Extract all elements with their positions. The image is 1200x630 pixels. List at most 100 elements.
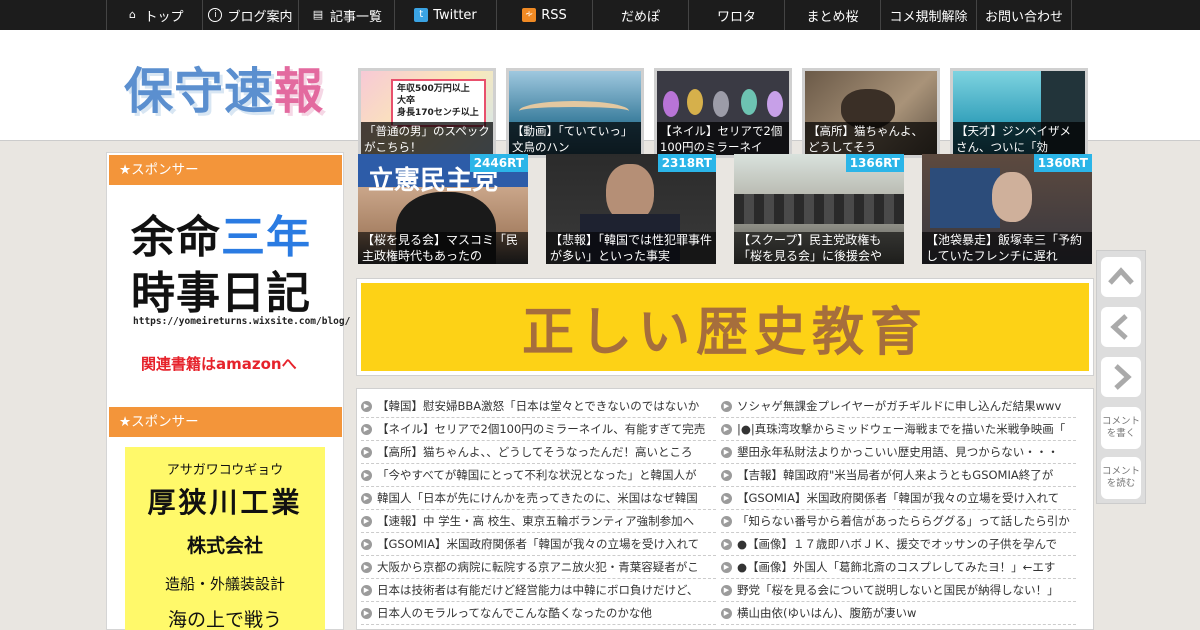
list-item[interactable]: ▶ ●【画像】外国人「葛飾北斎のコスプレしてみたヨ！」←エす [721, 556, 1076, 579]
featured-caption: 【スクープ】民主党政権も「桜を見る会」に後援会や [734, 232, 904, 264]
list-item[interactable]: ▶ ソシャゲ無課金プレイヤーがガチギルドに申し込んだ結果wwv [721, 395, 1076, 418]
thumb-caption: 「普通の男」のスペックがこちら！ [361, 122, 493, 155]
arrow-bullet-icon: ▶ [721, 584, 732, 596]
sponsor-ad-yomei[interactable]: 余命三年 時事日記 https://yomeireturns.wixsite.c… [109, 195, 350, 385]
arrow-bullet-icon: ▶ [361, 561, 372, 573]
header-thumb-5[interactable]: 【天才】ジンベイザメさん、ついに「効 [950, 68, 1088, 158]
header-thumb-3[interactable]: 【ネイル】セリアで2個100円のミラーネイ [654, 68, 792, 158]
thumb-caption: 【動画】「ていていっ」文鳥のハン [509, 122, 641, 155]
list-item[interactable]: ▶ 韓国人「日本が先にけんかを売ってきたのに、米国はなぜ韓国 [361, 487, 716, 510]
featured-article[interactable]: 2318RT 【悲報】「韓国では性犯罪事件が多い」といった事実 [546, 154, 716, 264]
list-item[interactable]: ▶ 「知らない番号から着信があったららググる」って話したら引か [721, 510, 1076, 533]
info-icon: i [208, 8, 223, 22]
article-list: ▶ 【韓国】慰安婦BBA激怒「日本は堂々とできないのではないか ▶ 【ネイル】セリア… [356, 388, 1094, 630]
write-comment-button[interactable]: コメント を書く [1101, 407, 1141, 449]
nav-item-warota[interactable]: ワロタ [688, 0, 784, 30]
sponsor-header: ★スポンサー [109, 155, 342, 185]
featured-article[interactable]: 立憲民主党 2446RT 【桜を見る会】マスコミ「民主政権時代もあったの [358, 154, 528, 264]
sponsor-header: ★スポンサー [109, 407, 342, 437]
list-item[interactable]: ▶ 野党「桜を見る会について説明しないと国民が納得しない！」 [721, 579, 1076, 602]
rt-badge: 2446RT [469, 154, 528, 172]
nav-item-matome-sakura[interactable]: まとめ桜 [784, 0, 880, 30]
prev-article-button[interactable] [1101, 307, 1141, 347]
site-header: 保守速報 年収500万円以上 大卒 身長170センチ以上 「普通の男」のスペック… [0, 30, 1200, 158]
list-item[interactable]: ▶ 【ネイル】セリアで2個100円のミラーネイル、有能すぎて完売 [361, 418, 716, 441]
list-item[interactable]: ▶ 日本人のモラルってなんでこんな酷くなったのかな他 [361, 602, 716, 625]
scroll-top-button[interactable] [1101, 257, 1141, 297]
list-item[interactable]: ▶ 横山由依(ゆいはん)、腹筋が凄いw [721, 602, 1076, 625]
list-item[interactable]: ▶ 【吉報】韓国政府"米当局者が何人来ようともGSOMIA終了が [721, 464, 1076, 487]
nav-item-blog-info[interactable]: i ブログ案内 [202, 0, 298, 30]
ad-url: https://yomeireturns.wixsite.com/blog/ [133, 316, 351, 327]
nav-item-twitter[interactable]: t Twitter [394, 0, 496, 30]
list-item[interactable]: ▶ 墾田永年私財法よりかっこいい歴史用語、見つからない・・・ [721, 441, 1076, 464]
thumb-caption: 【ネイル】セリアで2個100円のミラーネイ [657, 122, 789, 155]
arrow-bullet-icon: ▶ [361, 469, 372, 481]
article-list-left: ▶ 【韓国】慰安婦BBA激怒「日本は堂々とできないのではないか ▶ 【ネイル】セリア… [361, 395, 716, 625]
arrow-bullet-icon: ▶ [361, 584, 372, 596]
arrow-bullet-icon: ▶ [361, 423, 372, 435]
featured-caption: 【桜を見る会】マスコミ「民主政権時代もあったの [358, 232, 528, 264]
history-education-banner[interactable]: 正しい歴史教育 [356, 278, 1094, 376]
nav-item-contact[interactable]: お問い合わせ [976, 0, 1072, 30]
chevron-right-icon [1114, 364, 1132, 390]
floating-nav-panel: コメント を書く コメント を読む [1096, 250, 1146, 504]
arrow-bullet-icon: ▶ [721, 515, 732, 527]
sponsor-ad-asagawa[interactable]: アサガワコウギョウ 厚狭川工業 株式会社 造船・外艤装設計 海の上で戦う [125, 447, 325, 630]
featured-article[interactable]: 1366RT 【スクープ】民主党政権も「桜を見る会」に後援会や [734, 154, 904, 264]
list-item[interactable]: ▶ 【GSOMIA】米国政府関係者「韓国が我々の立場を受け入れて [361, 533, 716, 556]
home-icon: ⌂ [128, 8, 136, 21]
thumb-caption: 【天才】ジンベイザメさん、ついに「効 [953, 122, 1085, 155]
rt-badge: 2318RT [657, 154, 716, 172]
arrow-bullet-icon: ▶ [361, 607, 372, 619]
arrow-bullet-icon: ▶ [361, 515, 372, 527]
list-icon: ▤ [312, 8, 324, 21]
featured-caption: 【悲報】「韓国では性犯罪事件が多い」といった事実 [546, 232, 716, 264]
top-nav: ⌂ トップ i ブログ案内 ▤ 記事一覧 t Twitter ∻ RSS だめぽ ワロタ … [0, 0, 1200, 30]
list-item[interactable]: ▶ 「今やすべてが韓国にとって不利な状況となった」と韓国人が [361, 464, 716, 487]
twitter-icon: t [414, 8, 429, 22]
thumb-spec-card: 年収500万円以上 大卒 身長170センチ以上 [391, 79, 486, 127]
next-article-button[interactable] [1101, 357, 1141, 397]
arrow-bullet-icon: ▶ [721, 446, 732, 458]
arrow-bullet-icon: ▶ [361, 492, 372, 504]
site-logo[interactable]: 保守速報 [124, 52, 324, 123]
arrow-bullet-icon: ▶ [721, 400, 732, 412]
header-thumb-2[interactable]: 【動画】「ていていっ」文鳥のハン [506, 68, 644, 158]
list-item[interactable]: ▶ 大阪から京都の病院に転院する京アニ放火犯・青葉容疑者がこ [361, 556, 716, 579]
article-list-right: ▶ ソシャゲ無課金プレイヤーがガチギルドに申し込んだ結果wwv ▶ |●|真珠湾攻撃… [721, 395, 1076, 625]
list-item[interactable]: ▶ |●|真珠湾攻撃からミッドウェー海戦までを描いた米戦争映画「 [721, 418, 1076, 441]
sidebar: ★スポンサー 余命三年 時事日記 https://yomeireturns.wi… [106, 152, 350, 630]
featured-article[interactable]: 1360RT 【池袋暴走】飯塚幸三「予約していたフレンチに遅れ [922, 154, 1092, 264]
nav-item-article-list[interactable]: ▤ 記事一覧 [298, 0, 394, 30]
read-comment-button[interactable]: コメント を読む [1101, 457, 1141, 499]
nav-item-comment-unban[interactable]: コメ規制解除 [880, 0, 976, 30]
chevron-left-icon [1110, 314, 1128, 340]
header-thumb-4[interactable]: 【高所】猫ちゃんよ、 どうしてそう [802, 68, 940, 158]
list-item[interactable]: ▶ 【高所】猫ちゃんよ、、どうしてそうなったんだ！高いところ [361, 441, 716, 464]
header-thumb-1[interactable]: 年収500万円以上 大卒 身長170センチ以上 「普通の男」のスペックがこちら！ [358, 68, 496, 158]
list-item[interactable]: ▶ 日本は技術者は有能だけど経営能力は中韓にボロ負けだけど、 [361, 579, 716, 602]
arrow-bullet-icon: ▶ [721, 561, 732, 573]
arrow-bullet-icon: ▶ [361, 446, 372, 458]
featured-caption: 【池袋暴走】飯塚幸三「予約していたフレンチに遅れ [922, 232, 1092, 264]
arrow-bullet-icon: ▶ [361, 538, 372, 550]
nav-item-top[interactable]: ⌂ トップ [106, 0, 202, 30]
list-item[interactable]: ▶ 【韓国】慰安婦BBA激怒「日本は堂々とできないのではないか [361, 395, 716, 418]
amazon-link[interactable]: 関連書籍はamazonへ [141, 353, 297, 374]
list-item[interactable]: ▶ 【速報】中 学生・高 校生、東京五輪ボランティア強制参加へ [361, 510, 716, 533]
chevron-up-icon [1108, 267, 1134, 285]
thumb-caption: 【高所】猫ちゃんよ、 どうしてそう [805, 122, 937, 155]
rss-icon: ∻ [522, 8, 537, 22]
rt-badge: 1360RT [1033, 154, 1092, 172]
arrow-bullet-icon: ▶ [721, 538, 732, 550]
arrow-bullet-icon: ▶ [721, 607, 732, 619]
nav-item-rss[interactable]: ∻ RSS [496, 0, 592, 30]
arrow-bullet-icon: ▶ [721, 492, 732, 504]
arrow-bullet-icon: ▶ [721, 469, 732, 481]
arrow-bullet-icon: ▶ [721, 423, 732, 435]
list-item[interactable]: ▶ 【GSOMIA】米国政府関係者「韓国が我々の立場を受け入れて [721, 487, 1076, 510]
list-item[interactable]: ▶ ●【画像】１７歳即ハボＪＫ、援交でオッサンの子供を孕んで [721, 533, 1076, 556]
arrow-bullet-icon: ▶ [361, 400, 372, 412]
nav-item-damepo[interactable]: だめぽ [592, 0, 688, 30]
